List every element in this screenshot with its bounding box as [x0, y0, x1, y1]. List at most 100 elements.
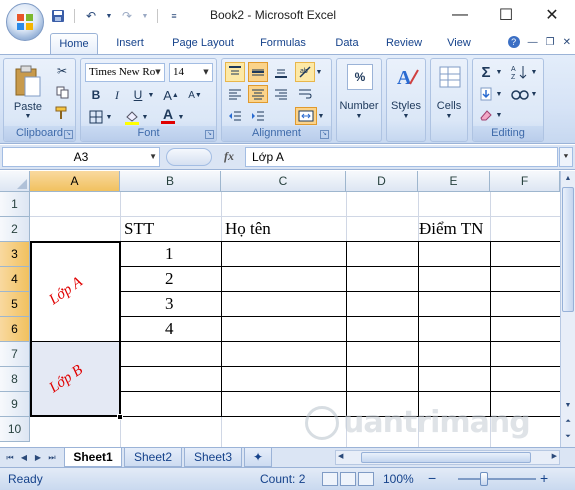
font-size-combo[interactable]: 14 ▼ [169, 63, 213, 82]
undo-dropdown-icon[interactable]: ▼ [105, 8, 113, 24]
tab-review[interactable]: Review [378, 33, 430, 54]
number-dropdown-icon[interactable]: ▼ [353, 113, 365, 120]
zoom-out-button[interactable]: − [428, 470, 436, 486]
orientation-icon[interactable]: ab [295, 62, 315, 82]
row-header-8[interactable]: 8 [0, 367, 30, 392]
last-sheet-icon[interactable]: ⏭ [46, 451, 58, 464]
clear-dropdown-icon[interactable]: ▼ [495, 110, 503, 120]
prev-page-icon[interactable]: ⏶ [562, 415, 574, 429]
minimize-button[interactable]: — [437, 0, 483, 30]
fill-icon[interactable] [477, 85, 495, 103]
ribbon-restore-icon[interactable]: ❐ [546, 37, 555, 48]
align-right-icon[interactable] [271, 85, 291, 103]
row-header-1[interactable]: 1 [0, 192, 30, 217]
italic-button[interactable]: I [108, 86, 126, 104]
clear-icon[interactable] [477, 106, 495, 124]
paste-icon[interactable] [10, 62, 46, 102]
tab-home[interactable]: Home [50, 33, 98, 54]
save-icon[interactable] [50, 8, 66, 24]
orientation-dropdown-icon[interactable]: ▼ [315, 67, 323, 77]
autosum-icon[interactable]: Σ [477, 63, 495, 81]
formula-input[interactable]: Lớp A [245, 147, 558, 167]
styles-dropdown-icon[interactable]: ▼ [400, 113, 412, 120]
office-button[interactable] [6, 3, 44, 41]
increase-font-icon[interactable]: A ▲ [161, 86, 181, 104]
scroll-down-icon[interactable]: ▼ [562, 399, 574, 413]
cell-b3[interactable]: 1 [165, 244, 174, 264]
sheet-tab-sheet2[interactable]: Sheet2 [124, 448, 182, 467]
chevron-down-icon[interactable]: ▼ [149, 148, 157, 166]
insert-function-icon[interactable]: fx [224, 149, 234, 164]
increase-indent-icon[interactable] [248, 107, 268, 125]
styles-button-label[interactable]: Styles [387, 100, 425, 112]
tab-data[interactable]: Data [327, 33, 367, 54]
format-painter-icon[interactable] [54, 105, 70, 121]
merge-center-icon[interactable] [295, 107, 317, 125]
zoom-slider-thumb[interactable] [480, 472, 488, 486]
horizontal-scrollbar[interactable]: ◀ ▶ [335, 450, 560, 465]
top-align-icon[interactable] [225, 62, 245, 82]
decrease-indent-icon[interactable] [225, 107, 245, 125]
cell-b4[interactable]: 2 [165, 269, 174, 289]
redo-icon[interactable]: ↷ [119, 8, 135, 24]
row-header-3[interactable]: 3 [0, 242, 30, 267]
zoom-level[interactable]: 100% [383, 472, 414, 486]
tab-page-layout[interactable]: Page Layout [165, 33, 241, 54]
next-sheet-icon[interactable]: ▶ [32, 451, 44, 464]
font-launcher-icon[interactable]: ↘ [205, 130, 214, 139]
row-header-5[interactable]: 5 [0, 292, 30, 317]
page-layout-view-icon[interactable] [340, 472, 356, 486]
scroll-left-icon[interactable]: ◀ [338, 452, 343, 460]
merge-dropdown-icon[interactable]: ▼ [317, 111, 325, 121]
close-button[interactable]: ✕ [529, 0, 575, 30]
row-header-2[interactable]: 2 [0, 217, 30, 242]
cells-dropdown-icon[interactable]: ▼ [443, 113, 455, 120]
tab-insert[interactable]: Insert [108, 33, 152, 54]
scroll-right-icon[interactable]: ▶ [552, 452, 557, 460]
ribbon-close-icon[interactable]: ✕ [563, 37, 571, 48]
undo-icon[interactable]: ↶ [83, 8, 99, 24]
cell-c2[interactable]: Họ tên [225, 219, 271, 239]
bottom-align-icon[interactable] [271, 62, 291, 82]
row-header-7[interactable]: 7 [0, 342, 30, 367]
decrease-font-icon[interactable]: A ▼ [185, 86, 205, 104]
column-header-e[interactable]: E [418, 171, 490, 192]
vertical-scroll-thumb[interactable] [562, 187, 574, 312]
scroll-up-icon[interactable]: ▲ [562, 172, 574, 186]
row-header-4[interactable]: 4 [0, 267, 30, 292]
page-break-view-icon[interactable] [358, 472, 374, 486]
name-box[interactable]: A3 ▼ [2, 147, 160, 167]
bold-button[interactable]: B [87, 86, 105, 104]
first-sheet-icon[interactable]: ⏮ [4, 451, 16, 464]
styles-icon[interactable]: A [393, 63, 421, 91]
sheet-tab-sheet3[interactable]: Sheet3 [184, 448, 242, 467]
select-all-corner[interactable] [0, 171, 30, 192]
wrap-text-icon[interactable] [295, 85, 315, 103]
redo-dropdown-icon[interactable]: ▼ [141, 8, 149, 24]
row-header-10[interactable]: 10 [0, 417, 30, 442]
copy-icon[interactable] [54, 84, 70, 100]
column-header-a[interactable]: A [30, 171, 120, 192]
maximize-button[interactable]: ☐ [483, 0, 529, 30]
column-header-d[interactable]: D [346, 171, 418, 192]
underline-button[interactable]: U [129, 86, 147, 104]
cell-b2[interactable]: STT [124, 219, 154, 239]
number-format-icon[interactable]: % [347, 64, 373, 90]
cell-e2[interactable]: Điểm TN [419, 219, 483, 239]
help-icon[interactable]: ? [507, 36, 520, 48]
zoom-slider-track[interactable] [458, 478, 536, 480]
borders-icon[interactable] [87, 109, 105, 125]
font-color-icon[interactable]: A [159, 107, 177, 125]
fill-dropdown-icon[interactable]: ▼ [495, 89, 503, 99]
normal-view-icon[interactable] [322, 472, 338, 486]
next-page-icon[interactable]: ⏷ [562, 430, 574, 444]
underline-dropdown-icon[interactable]: ▼ [147, 86, 155, 104]
fill-color-icon[interactable] [123, 108, 141, 126]
font-name-combo[interactable]: Times New Ro ▼ [85, 63, 165, 82]
paste-label[interactable]: Paste [6, 101, 50, 113]
expand-formula-bar-icon[interactable]: ⯆ [559, 147, 573, 167]
prev-sheet-icon[interactable]: ◀ [18, 451, 30, 464]
cells-button-label[interactable]: Cells [431, 100, 467, 112]
sheet-tab-sheet1[interactable]: Sheet1 [64, 448, 122, 467]
autosum-dropdown-icon[interactable]: ▼ [495, 67, 503, 77]
